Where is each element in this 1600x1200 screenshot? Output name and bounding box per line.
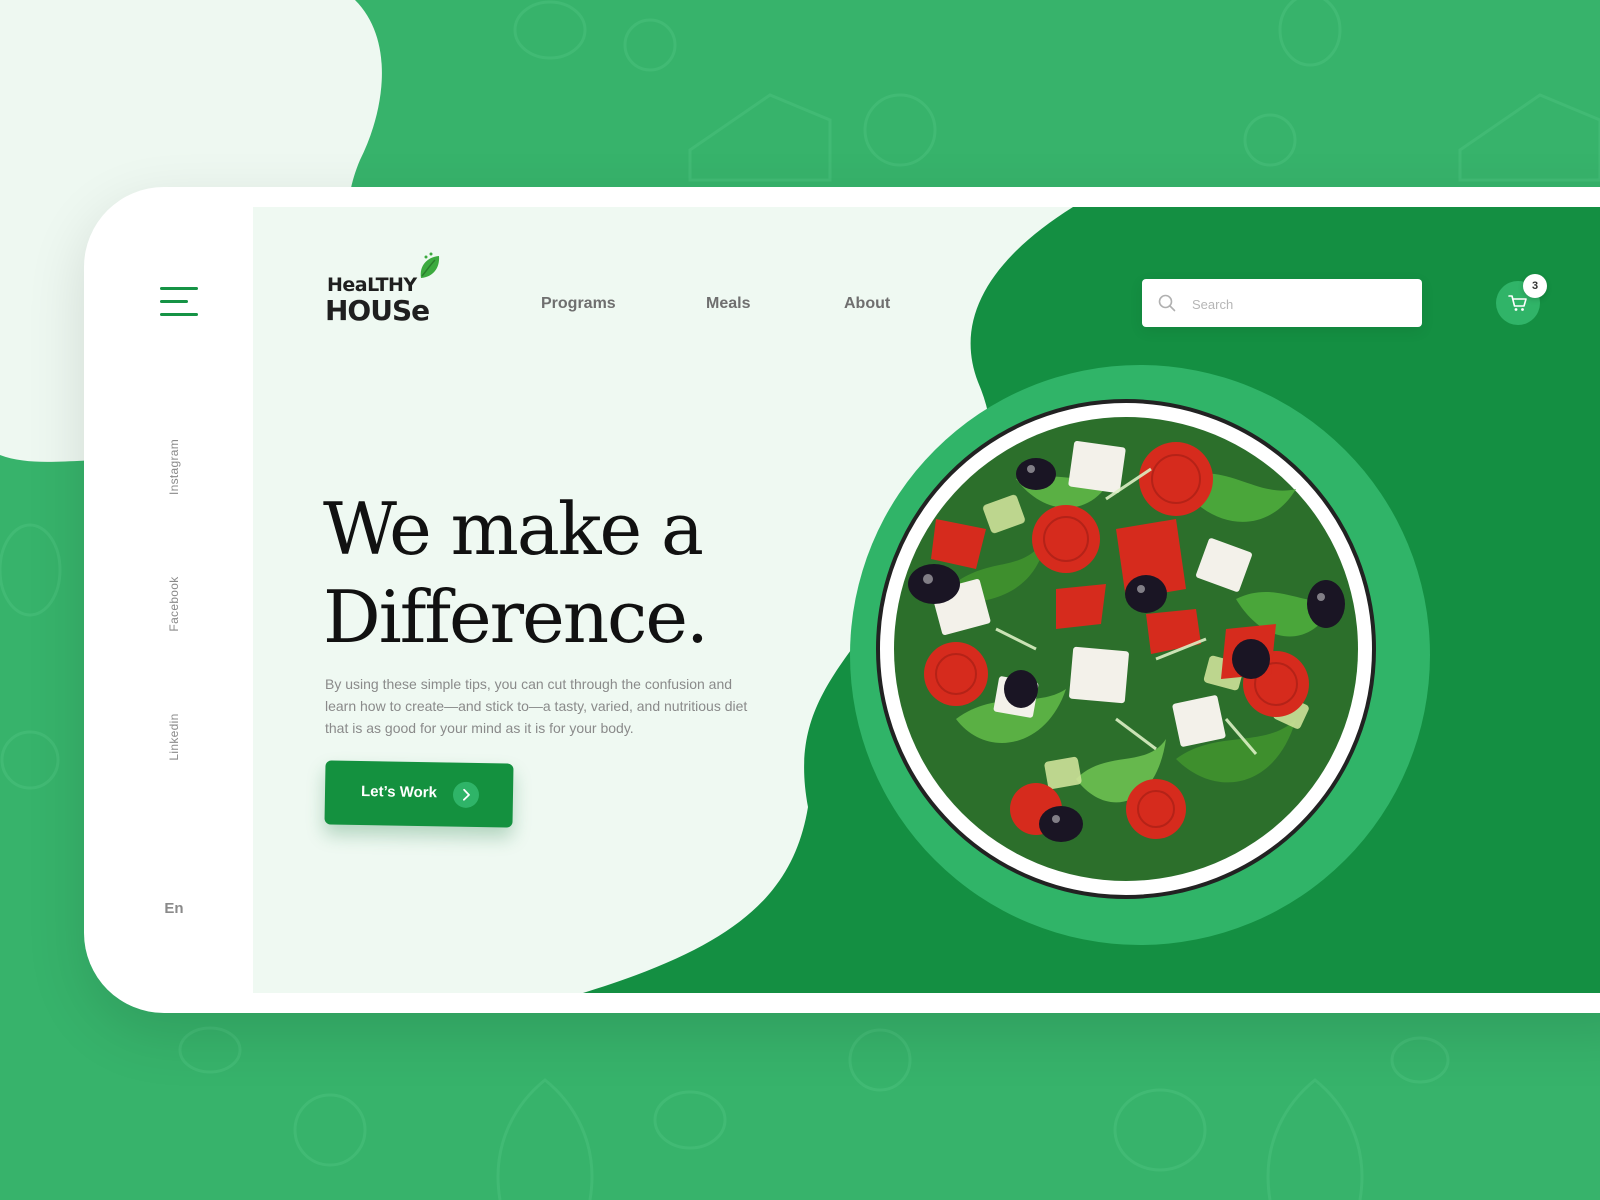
logo-text-healthy: HeaLTHY (327, 274, 417, 296)
cart-button[interactable]: 3 (1496, 274, 1547, 325)
menu-icon[interactable] (160, 287, 198, 319)
cart-count-badge: 3 (1523, 274, 1547, 298)
logo[interactable]: HeaLTHY HOUSe (325, 252, 445, 332)
leaf-icon (420, 252, 440, 278)
nav-about[interactable]: About (844, 295, 890, 313)
cart-icon (1508, 295, 1527, 311)
social-link-instagram[interactable]: Instagram (167, 427, 181, 507)
chevron-right-icon (452, 781, 480, 809)
lets-work-button[interactable]: Let’s Work (324, 760, 514, 828)
search-icon (1158, 294, 1176, 312)
search-input[interactable] (1190, 291, 1409, 317)
hero-title: We make a Difference. (323, 485, 843, 661)
language-switcher[interactable]: En (154, 900, 194, 917)
social-link-facebook[interactable]: Facebook (167, 564, 181, 644)
hero-title-line-1: We make a (323, 487, 704, 571)
sidebar: Instagram Facebook Linkedin En (84, 187, 253, 1013)
lets-work-label: Let’s Work (360, 782, 438, 802)
salad-bowl-image (876, 399, 1376, 899)
nav-meals[interactable]: Meals (706, 295, 750, 313)
nav-programs[interactable]: Programs (541, 295, 616, 313)
main-content: HeaLTHY HOUSe Programs Meals About 3 We … (253, 207, 1600, 993)
logo-text-house: HOUSe (325, 294, 430, 327)
hero-description: By using these simple tips, you can cut … (325, 676, 748, 736)
social-link-linkedin[interactable]: Linkedin (167, 697, 181, 777)
hero-title-line-2: Difference. (323, 575, 709, 659)
search-bar (1142, 279, 1422, 327)
